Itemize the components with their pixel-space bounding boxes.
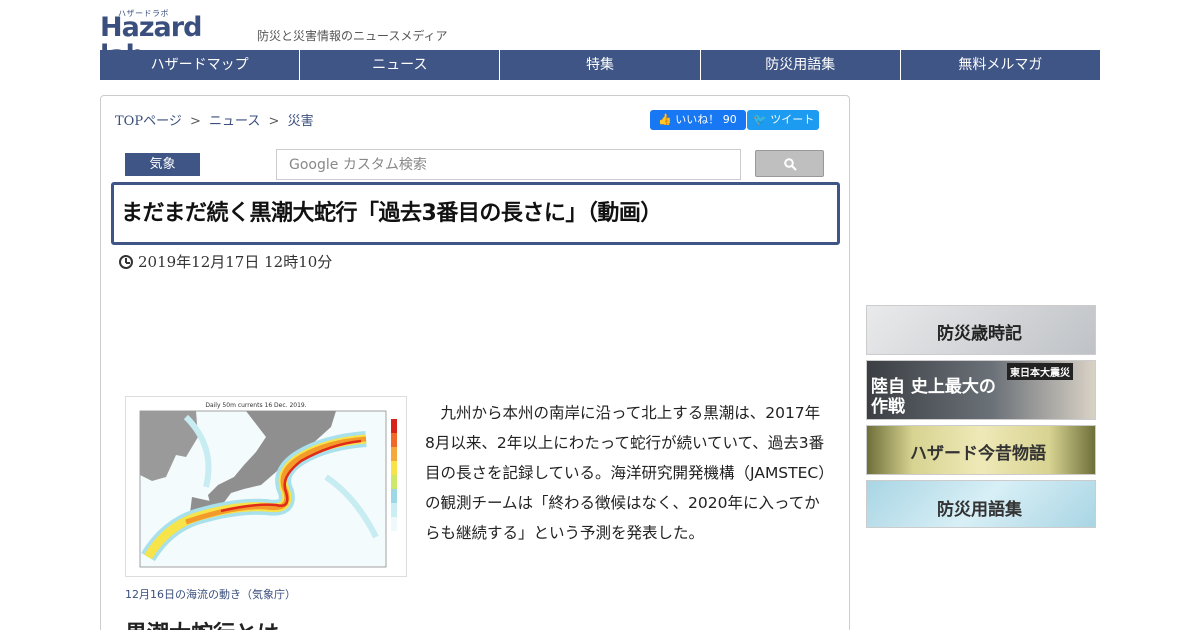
article-title: まだまだ続く黒潮大蛇行「過去3番目の長さに」（動画） (121, 201, 662, 226)
banner-hazard-history-label: ハザード今昔物語 (910, 444, 1046, 464)
banner-disaster-calendar-label: 防災歳時記 (937, 324, 1022, 344)
nav-item-newsletter[interactable]: 無料メルマガ (901, 50, 1100, 80)
banner-glossary[interactable]: 防災用語集 (866, 480, 1096, 528)
tweet-button[interactable]: 🐦 ツイート (747, 110, 819, 130)
nav-item-glossary[interactable]: 防災用語集 (701, 50, 901, 80)
article-date: 2019年12月17日 12時10分 (119, 251, 332, 272)
search-icon (784, 158, 797, 171)
nav-item-hazard-map[interactable]: ハザードマップ (100, 50, 301, 80)
tweet-label: ツイート (770, 113, 815, 126)
breadcrumb: TOPページ > ニュース > 災害 (115, 110, 318, 129)
like-label: いいね！ 90 (675, 113, 737, 126)
banner-sdf-main-label: 陸自 史上最大の作戦 (871, 377, 996, 417)
figure-caption: 12月16日の海流の動き（気象庁） (125, 588, 296, 601)
banner-sdf-operation[interactable]: 東日本大震災 陸自 史上最大の作戦 (866, 360, 1096, 420)
article-date-text: 2019年12月17日 12時10分 (138, 253, 333, 271)
article-body: 九州から本州の南岸に沿って北上する黒潮は、2017年8月以来、2年以上にわたって… (425, 404, 826, 542)
breadcrumb-top[interactable]: TOPページ (115, 114, 182, 129)
breadcrumb-separator: > (189, 114, 201, 129)
ocean-current-map: Daily 50m currents 16 Dec. 2019. (139, 402, 397, 568)
twitter-bird-icon: 🐦 (753, 113, 767, 126)
article-title-box: まだまだ続く黒潮大蛇行「過去3番目の長さに」（動画） (111, 182, 840, 245)
banner-sdf-top-label: 東日本大震災 (1007, 363, 1073, 380)
breadcrumb-news[interactable]: ニュース (209, 114, 260, 129)
article-subheading: 黒潮大蛇行とは (125, 616, 279, 630)
category-tag[interactable]: 気象 (125, 153, 200, 176)
breadcrumb-separator: > (268, 114, 280, 129)
nav-item-news[interactable]: ニュース (300, 50, 501, 80)
banner-hazard-history[interactable]: ハザード今昔物語 (866, 425, 1096, 475)
nav-item-features[interactable]: 特集 (500, 50, 701, 80)
ocean-current-figure[interactable]: Daily 50m currents 16 Dec. 2019. (125, 396, 407, 577)
facebook-like-button[interactable]: 👍 いいね！ 90 (650, 110, 746, 130)
site-header: ハザードラボ Hazard lab 防災と災害情報のニュースメディア (100, 9, 1100, 70)
breadcrumb-disaster[interactable]: 災害 (288, 114, 314, 129)
search-input[interactable] (276, 149, 741, 180)
banner-disaster-calendar[interactable]: 防災歳時記 (866, 305, 1096, 355)
thumbs-up-icon: 👍 (658, 113, 672, 126)
search-button[interactable] (755, 150, 824, 177)
clock-icon (119, 254, 133, 269)
article-container: TOPページ > ニュース > 災害 👍 いいね！ 90 🐦 ツイート 気象 ま… (100, 95, 850, 630)
site-tagline: 防災と災害情報のニュースメディア (257, 29, 448, 43)
figure-title: Daily 50m currents 16 Dec. 2019. (205, 402, 306, 409)
banner-glossary-label: 防災用語集 (937, 500, 1022, 520)
main-nav: ハザードマップ ニュース 特集 防災用語集 無料メルマガ (100, 50, 1100, 80)
site-logo[interactable]: ハザードラボ Hazard lab (100, 9, 250, 70)
